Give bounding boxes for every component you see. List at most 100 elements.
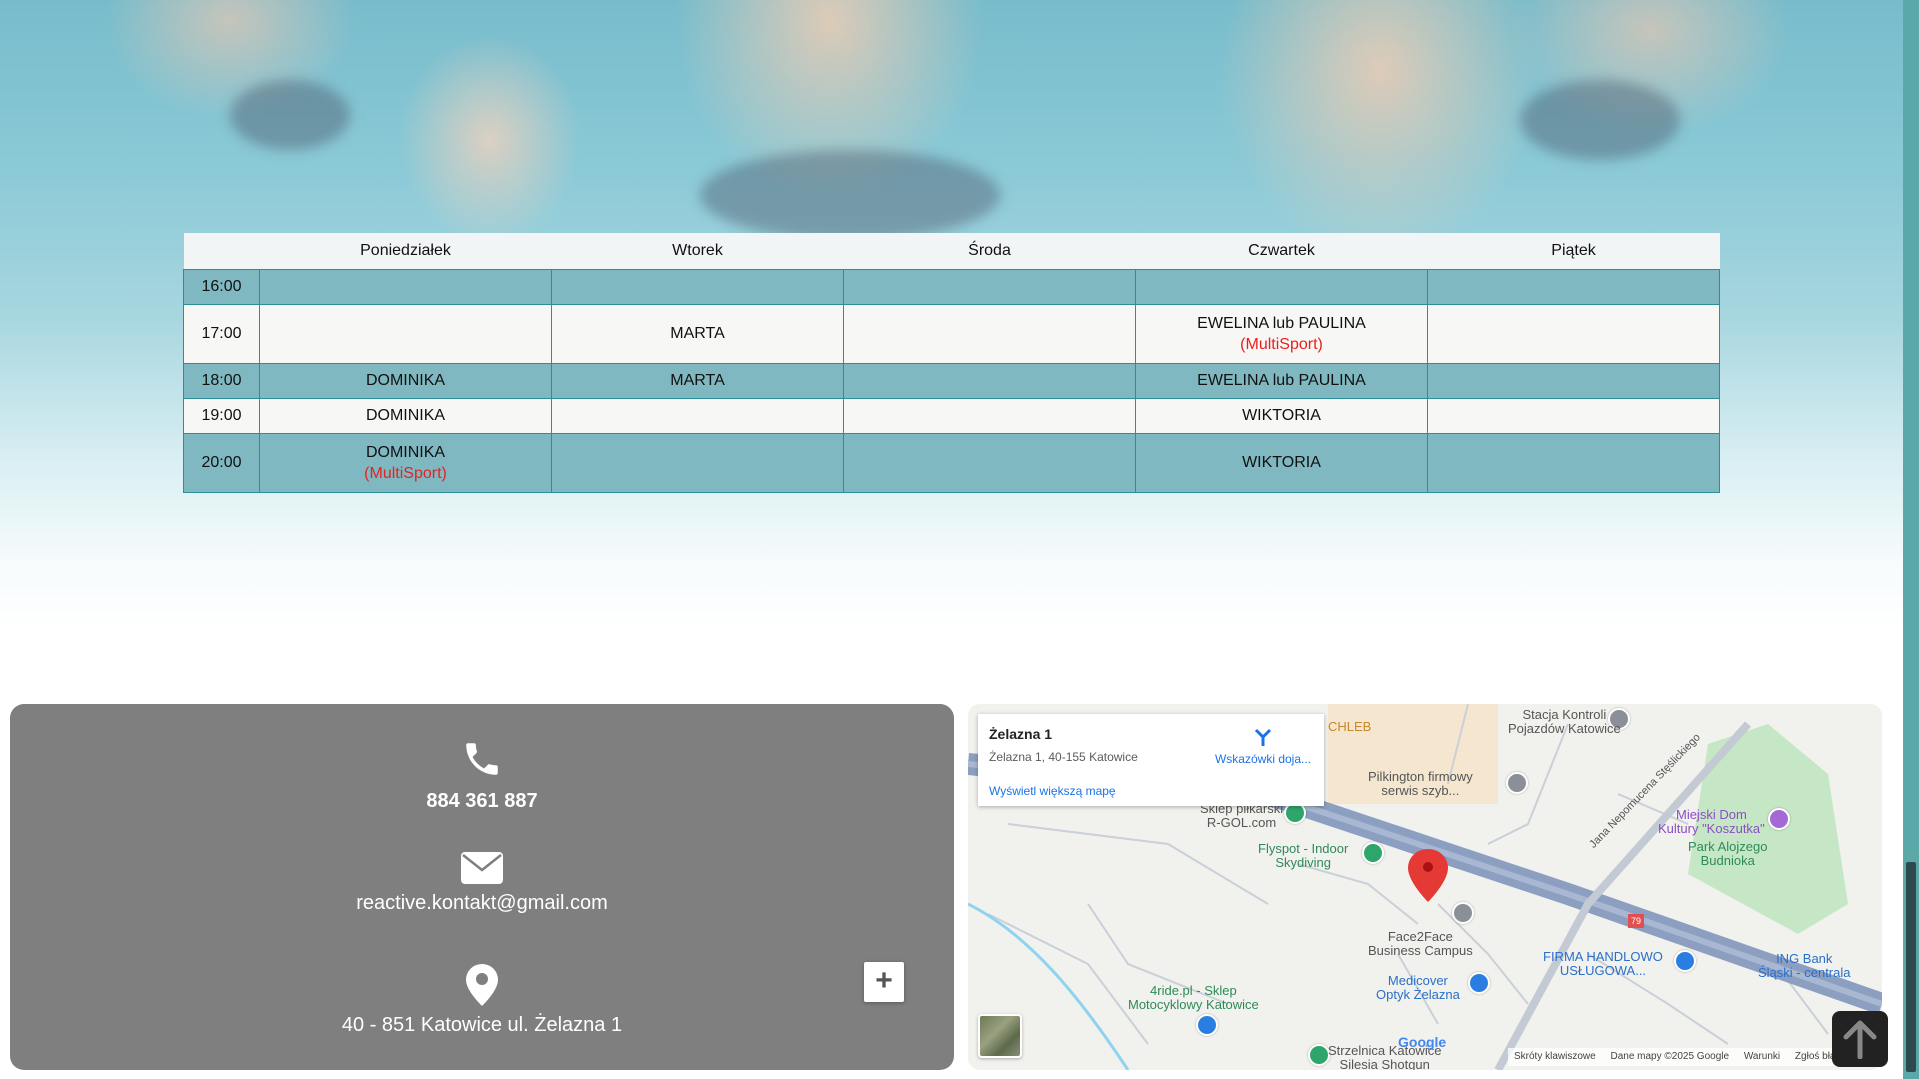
map-label-miejski: Miejski Dom Kultury "Koszutka" xyxy=(1658,807,1765,836)
schedule-cell xyxy=(1427,363,1720,399)
schedule-header-row: Poniedziałek Wtorek Środa Czwartek Piąte… xyxy=(183,233,1720,270)
contact-phone[interactable]: 884 361 887 xyxy=(10,738,954,813)
google-logo-text: Google xyxy=(1398,1034,1447,1050)
schedule-cell xyxy=(259,269,552,305)
poi-marker[interactable] xyxy=(1768,808,1790,830)
schedule-cell xyxy=(843,398,1136,434)
schedule-cell xyxy=(1135,269,1428,305)
map-place-title: Żelazna 1 xyxy=(989,726,1053,742)
directions-button[interactable]: Wskazówki doja... xyxy=(1208,726,1318,766)
instructor-name: MARTA xyxy=(670,325,725,342)
map-pin-icon xyxy=(466,964,498,1006)
map-label-park: Park Alojzego Budnioka xyxy=(1688,839,1768,868)
poi-marker[interactable] xyxy=(1506,772,1528,794)
day-header: Wtorek xyxy=(551,233,844,270)
schedule-cell xyxy=(551,269,844,305)
map-footer: Skróty klawiszowe Dane mapy ©2025 Google… xyxy=(1508,1048,1882,1066)
terms-link[interactable]: Warunki xyxy=(1744,1051,1780,1062)
schedule-cell xyxy=(843,304,1136,364)
map-label-face2face: Face2Face Business Campus xyxy=(1368,929,1473,958)
schedule-cell: DOMINIKA xyxy=(259,363,552,399)
map-label-pilkington: Pilkington firmowy serwis szyb... xyxy=(1368,769,1473,798)
map-info-card: Żelazna 1 Żelazna 1, 40-155 Katowice Wsk… xyxy=(978,714,1324,806)
schedule-row-1900: 19:00 DOMINIKA WIKTORIA xyxy=(183,398,1720,434)
time-cell: 18:00 xyxy=(183,363,260,399)
time-cell: 19:00 xyxy=(183,398,260,434)
instructor-name: DOMINIKA xyxy=(365,372,446,389)
schedule-cell xyxy=(843,363,1136,399)
schedule-cell xyxy=(551,433,844,493)
schedule-row-1600: 16:00 xyxy=(183,269,1720,305)
scrollbar-thumb[interactable] xyxy=(1906,862,1916,1072)
email-address: reactive.kontakt@gmail.com xyxy=(356,892,608,914)
poi-marker[interactable] xyxy=(1452,902,1474,924)
multisport-note: (MultiSport) xyxy=(364,464,447,482)
day-header: Środa xyxy=(843,233,1136,270)
road-number-badge: 79 xyxy=(1628,914,1645,928)
multisport-note: (MultiSport) xyxy=(1240,335,1323,353)
arrow-up-icon xyxy=(1843,1020,1877,1059)
directions-icon xyxy=(1254,728,1272,746)
schedule-cell: WIKTORIA xyxy=(1135,433,1428,493)
poi-marker[interactable] xyxy=(1196,1014,1218,1036)
schedule-table: Poniedziałek Wtorek Środa Czwartek Piąte… xyxy=(183,233,1720,493)
time-cell: 16:00 xyxy=(183,269,260,305)
schedule-row-1800: 18:00 DOMINIKA MARTA EWELINA lub PAULINA xyxy=(183,363,1720,399)
map-label-chleb: CHLEB xyxy=(1328,719,1372,734)
zoom-in-button[interactable]: + xyxy=(864,962,904,1002)
day-header: Czwartek xyxy=(1135,233,1428,270)
schedule-cell: WIKTORIA xyxy=(1135,398,1428,434)
instructor-name: WIKTORIA xyxy=(1242,454,1321,471)
schedule-row-1700: 17:00 MARTA EWELINA lub PAULINA (MultiSpo… xyxy=(183,304,1720,364)
envelope-icon xyxy=(461,852,503,884)
address-text: 40 - 851 Katowice ul. Żelazna 1 xyxy=(341,1014,623,1036)
map-place-address: Żelazna 1, 40-155 Katowice xyxy=(989,750,1138,764)
schedule-cell xyxy=(1427,433,1720,493)
poi-marker[interactable] xyxy=(1308,1044,1330,1066)
contact-email[interactable]: reactive.kontakt@gmail.com xyxy=(10,852,954,915)
map-label-flyspot: Flyspot - Indoor Skydiving xyxy=(1258,841,1349,870)
satellite-toggle[interactable] xyxy=(978,1014,1022,1058)
schedule-corner xyxy=(183,233,260,270)
schedule-cell xyxy=(843,269,1136,305)
instructor-name: DOMINIKA xyxy=(365,407,446,424)
contact-panel: 884 361 887 reactive.kontakt@gmail.com 4… xyxy=(10,704,954,1070)
phone-number: 884 361 887 xyxy=(426,790,538,812)
google-logo: Google xyxy=(1398,1034,1446,1050)
schedule-cell xyxy=(1427,304,1720,364)
schedule-cell: EWELINA lub PAULINA xyxy=(1135,363,1428,399)
map-embed[interactable]: CHLEB Stacja Kontroli Pojazdów Katowice … xyxy=(968,704,1882,1070)
schedule-cell xyxy=(259,304,552,364)
schedule-cell xyxy=(843,433,1136,493)
schedule-cell: EWELINA lub PAULINA (MultiSport) xyxy=(1135,304,1428,364)
schedule-cell: DOMINIKA (MultiSport) xyxy=(259,433,552,493)
instructor-name: DOMINIKA xyxy=(365,443,446,461)
schedule-cell xyxy=(1427,269,1720,305)
instructor-name: MARTA xyxy=(670,372,725,389)
schedule-cell: MARTA xyxy=(551,304,844,364)
keyboard-shortcuts-link[interactable]: Skróty klawiszowe xyxy=(1514,1051,1596,1062)
instructor-name: WIKTORIA xyxy=(1242,407,1321,424)
day-header: Piątek xyxy=(1427,233,1720,270)
schedule-cell xyxy=(1427,398,1720,434)
schedule-row-2000: 20:00 DOMINIKA (MultiSport) WIKTORIA xyxy=(183,433,1720,493)
poi-marker[interactable] xyxy=(1362,842,1384,864)
time-cell: 20:00 xyxy=(183,433,260,493)
instructor-name: EWELINA lub PAULINA xyxy=(1197,372,1366,389)
contact-address: 40 - 851 Katowice ul. Żelazna 1 xyxy=(10,964,954,1037)
map-data-credit: Dane mapy ©2025 Google xyxy=(1610,1051,1730,1062)
schedule-cell: DOMINIKA xyxy=(259,398,552,434)
instructor-name: EWELINA lub PAULINA xyxy=(1197,314,1366,332)
view-larger-map-link[interactable]: Wyświetl większą mapę xyxy=(989,784,1116,798)
map-label-medicover: Medicover Optyk Żelazna xyxy=(1376,973,1460,1002)
poi-marker[interactable] xyxy=(1674,950,1696,972)
directions-label: Wskazówki doja... xyxy=(1214,752,1312,766)
time-cell: 17:00 xyxy=(183,304,260,364)
schedule-cell: MARTA xyxy=(551,363,844,399)
map-label-4ride: 4ride.pl - Sklep Motocyklowy Katowice xyxy=(1128,983,1259,1012)
scroll-to-top-button[interactable] xyxy=(1832,1011,1888,1067)
schedule-cell xyxy=(551,398,844,434)
map-label-stacja: Stacja Kontroli Pojazdów Katowice xyxy=(1508,707,1621,736)
poi-marker[interactable] xyxy=(1468,972,1490,994)
map-label-sklep: Sklep piłkarski R-GOL.com xyxy=(1200,801,1284,830)
